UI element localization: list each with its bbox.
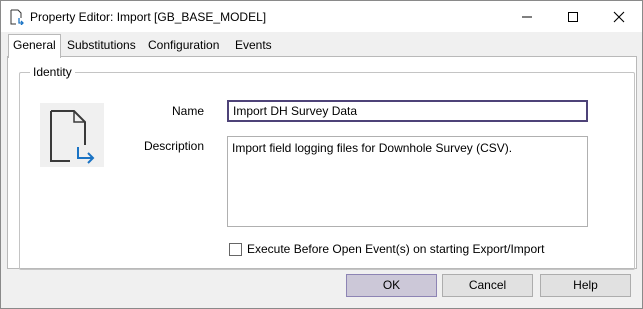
tab-strip: General Substitutions Configuration Even… — [1, 32, 642, 58]
property-editor-window: Property Editor: Import [GB_BASE_MODEL] … — [0, 0, 643, 309]
execute-before-open-checkbox[interactable] — [229, 243, 242, 256]
maximize-button[interactable] — [550, 1, 596, 32]
minimize-button[interactable] — [504, 1, 550, 32]
cancel-button[interactable]: Cancel — [442, 274, 533, 297]
name-label: Name — [171, 104, 204, 118]
general-tab-panel: Identity Name Import DH Survey Data Desc… — [7, 56, 637, 270]
close-button[interactable] — [596, 1, 642, 32]
maximize-icon — [568, 12, 578, 22]
tab-general[interactable]: General — [8, 34, 61, 58]
import-document-icon — [40, 103, 104, 167]
tab-events[interactable]: Events — [235, 36, 272, 57]
ok-button[interactable]: OK — [346, 274, 437, 297]
tab-configuration[interactable]: Configuration — [148, 36, 219, 57]
close-icon — [613, 11, 625, 23]
name-input[interactable]: Import DH Survey Data — [227, 100, 588, 122]
identity-groupbox: Identity Name Import DH Survey Data Desc… — [19, 65, 635, 270]
identity-group-label: Identity — [30, 65, 75, 79]
minimize-icon — [522, 16, 532, 18]
help-button[interactable]: Help — [540, 274, 631, 297]
document-arrow-icon — [10, 9, 24, 25]
window-title: Property Editor: Import [GB_BASE_MODEL] — [30, 10, 267, 24]
title-bar[interactable]: Property Editor: Import [GB_BASE_MODEL] — [1, 1, 642, 32]
description-textarea[interactable]: Import field logging files for Downhole … — [227, 136, 588, 227]
tab-substitutions[interactable]: Substitutions — [67, 36, 136, 57]
description-label: Description — [143, 139, 204, 153]
execute-before-open-label[interactable]: Execute Before Open Event(s) on starting… — [247, 242, 544, 256]
